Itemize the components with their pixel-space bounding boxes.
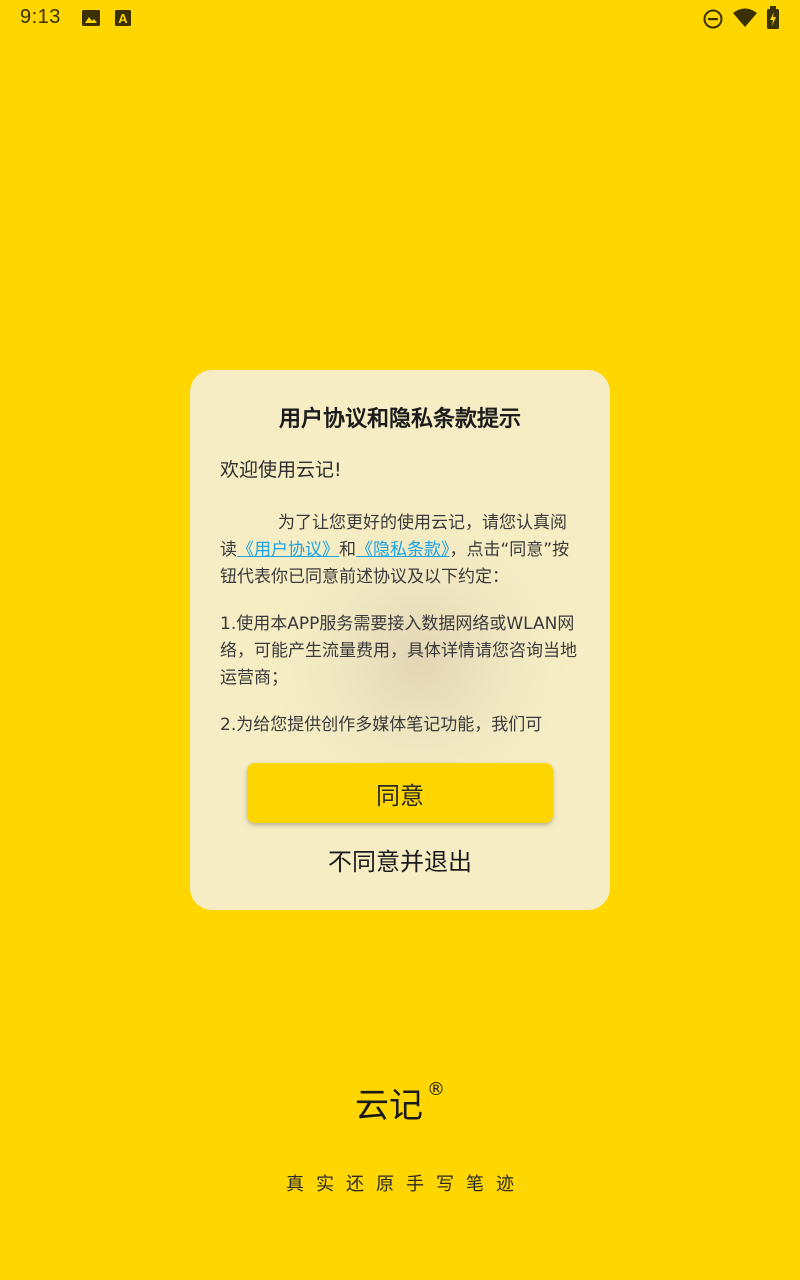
dialog-body[interactable]: 欢迎使用云记! 为了让您更好的使用云记，请您认真阅读《用户协议》和《隐私条款》，…	[220, 456, 582, 738]
agree-button[interactable]: 同意	[247, 763, 553, 823]
a-icon: A	[114, 8, 132, 32]
app-name: 云记	[355, 1086, 423, 1126]
app-brand: 云记 ®	[0, 1078, 800, 1127]
app-tagline: 真实还原手写笔迹	[286, 1174, 526, 1195]
status-bar: 9:13 A	[0, 0, 800, 36]
battery-icon	[766, 6, 780, 34]
user-agreement-link[interactable]: 《用户协议》	[237, 540, 339, 560]
wifi-icon	[732, 8, 758, 32]
dialog-title: 用户协议和隐私条款提示	[278, 407, 521, 432]
privacy-dialog: 用户协议和隐私条款提示 欢迎使用云记! 为了让您更好的使用云记，请您认真阅读《用…	[190, 370, 610, 910]
welcome-text: 欢迎使用云记!	[220, 459, 342, 481]
status-time: 9:13	[20, 6, 61, 28]
registered-mark: ®	[427, 1079, 445, 1100]
svg-text:A: A	[118, 11, 128, 26]
disagree-exit-button[interactable]: 不同意并退出	[190, 844, 610, 880]
and-text: 和	[339, 540, 356, 560]
terms-item-1: 1.使用本APP服务需要接入数据网络或WLAN网络，可能产生流量费用，具体详情请…	[220, 614, 577, 688]
agreement-paragraph: 为了让您更好的使用云记，请您认真阅读《用户协议》和《隐私条款》，点击“同意”按钮…	[220, 510, 582, 591]
image-icon	[81, 8, 101, 32]
do-not-disturb-icon	[702, 8, 724, 34]
privacy-terms-link[interactable]: 《隐私条款》	[356, 540, 450, 560]
terms-item-2: 2.为给您提供创作多媒体笔记功能，我们可	[220, 715, 543, 735]
